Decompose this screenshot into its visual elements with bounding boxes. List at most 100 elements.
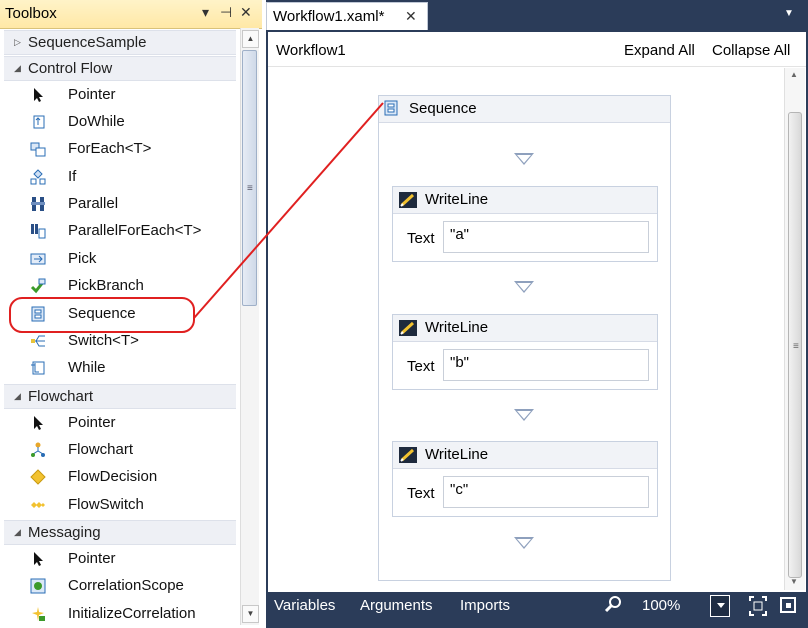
tab-workflow1-xaml[interactable]: Workflow1.xaml* ✕ [266,2,428,30]
toolbox-scrollbar[interactable]: ▲ ≡ ▼ [240,28,259,625]
parallel-icon [31,197,45,211]
sequence-header[interactable]: Sequence [379,96,670,123]
group-label: Control Flow [28,60,113,77]
item-label: ForEach<T> [68,140,152,157]
collapse-all-button[interactable]: Collapse All [712,42,790,59]
imports-button[interactable]: Imports [460,597,510,614]
item-label: If [68,168,77,185]
toolbox-item-flowswitch[interactable]: FlowSwitch [0,492,238,519]
writeline-activity[interactable]: WriteLine Text "c" [392,441,658,517]
collapse-arrow-icon[interactable]: ◢ [14,391,21,402]
breadcrumb[interactable]: Workflow1 [276,42,346,59]
toolbox-item-parallel[interactable]: Parallel [0,191,238,218]
designer-bottom-bar: Variables Arguments Imports 100% [266,593,808,628]
zoom-magnifier-icon[interactable] [604,595,622,613]
expand-all-button[interactable]: Expand All [624,42,695,59]
scroll-thumb[interactable]: ≡ [788,112,802,578]
close-icon[interactable]: ✕ [405,8,417,25]
item-label: InitializeCorrelation [68,605,196,622]
item-label: While [68,359,106,376]
tab-dropdown-icon[interactable]: ▼ [784,8,794,19]
toolbox-item-parallelforeach[interactable]: ParallelForEach<T> [0,218,238,245]
group-sequencesample[interactable]: ▷ SequenceSample [4,30,236,55]
drop-target-arrow-icon[interactable] [514,153,534,165]
toolbox-list: ▷ SequenceSample ◢ Control Flow Pointer … [0,28,238,626]
toolbox-item-pickbranch[interactable]: PickBranch [0,273,238,300]
writeline-header[interactable]: WriteLine [393,187,657,214]
pointer-icon [34,552,43,566]
pick-icon [30,253,46,265]
writeline-activity[interactable]: WriteLine Text "b" [392,314,658,390]
text-property-input[interactable]: "b" [443,349,649,381]
scroll-down-icon[interactable]: ▼ [790,577,798,586]
item-label: Pointer [68,414,116,431]
designer-canvas[interactable]: Workflow1 Expand All Collapse All Sequen… [268,32,806,592]
toolbox-item-while[interactable]: While [0,355,238,382]
expand-arrow-icon[interactable]: ▷ [14,37,21,48]
item-label: Pointer [68,86,116,103]
toolbox-item-flowdecision[interactable]: FlowDecision [0,464,238,491]
drop-target-arrow-icon[interactable] [514,409,534,421]
zoom-level[interactable]: 100% [642,597,680,614]
scroll-thumb[interactable]: ≡ [242,50,257,306]
pin-icon[interactable]: ⊣ [220,4,232,21]
item-label: FlowDecision [68,468,158,485]
toolbox-item-correlationscope[interactable]: CorrelationScope [0,573,238,600]
correlationscope-icon [30,578,46,594]
writeline-activity[interactable]: WriteLine Text "a" [392,186,658,262]
parallelforeach-icon [31,224,46,239]
scroll-up-icon[interactable]: ▲ [790,70,798,79]
zoom-dropdown-icon[interactable] [710,595,730,617]
item-label: Parallel [68,195,119,212]
foreach-icon [30,142,46,157]
group-label: SequenceSample [28,34,147,51]
writeline-header[interactable]: WriteLine [393,442,657,469]
pointer-icon [34,88,43,102]
drop-target-arrow-icon[interactable] [514,537,534,549]
toolbox-item-pointer[interactable]: Pointer [0,546,238,573]
group-messaging[interactable]: ◢ Messaging [4,520,236,545]
item-label: ParallelForEach<T> [68,222,202,239]
group-control-flow[interactable]: ◢ Control Flow [4,56,236,81]
sequence-title: Sequence [409,100,477,117]
collapse-arrow-icon[interactable]: ◢ [14,527,21,538]
writeline-title: WriteLine [425,191,489,208]
scroll-down-icon[interactable]: ▼ [242,605,259,623]
item-label: PickBranch [68,277,144,294]
group-flowchart[interactable]: ◢ Flowchart [4,384,236,409]
toolbox-item-initializecorrelation[interactable]: InitializeCorrelation [0,601,238,626]
close-icon[interactable]: ✕ [240,4,252,21]
writeline-title: WriteLine [425,446,489,463]
sequence-icon [384,100,398,116]
dropdown-icon[interactable]: ▾ [202,4,209,21]
sequence-activity[interactable]: Sequence WriteLine Text "a" WriteLine Te… [378,95,671,581]
toolbox-item-pick[interactable]: Pick [0,246,238,273]
item-label: Sequence [68,305,136,322]
toolbox-item-flowchart[interactable]: Flowchart [0,437,238,464]
writeline-icon [399,192,417,208]
scroll-up-icon[interactable]: ▲ [242,30,259,48]
toolbox-title-bar: Toolbox ▾ ⊣ ✕ [0,0,262,29]
overview-map-icon[interactable] [780,597,796,613]
toolbox-item-switch[interactable]: Switch<T> [0,328,238,355]
flowchart-icon [31,442,45,457]
dowhile-icon [33,115,45,129]
text-property-input[interactable]: "c" [443,476,649,508]
collapse-arrow-icon[interactable]: ◢ [14,63,21,74]
writeline-header[interactable]: WriteLine [393,315,657,342]
text-property-input[interactable]: "a" [443,221,649,253]
drop-target-arrow-icon[interactable] [514,281,534,293]
item-label: FlowSwitch [68,496,144,513]
variables-button[interactable]: Variables [274,597,335,614]
designer-scrollbar[interactable]: ▲ ≡ ▼ [784,68,805,590]
toolbox-item-if[interactable]: If [0,164,238,191]
arguments-button[interactable]: Arguments [360,597,433,614]
toolbox-item-pointer[interactable]: Pointer [0,82,238,109]
toolbox-item-pointer[interactable]: Pointer [0,410,238,437]
toolbox-item-foreach[interactable]: ForEach<T> [0,136,238,163]
toolbox-item-sequence[interactable]: Sequence [0,301,238,328]
toolbox-item-dowhile[interactable]: DoWhile [0,109,238,136]
item-label: Pointer [68,550,116,567]
fit-to-screen-icon[interactable] [748,595,768,617]
item-label: Flowchart [68,441,134,458]
